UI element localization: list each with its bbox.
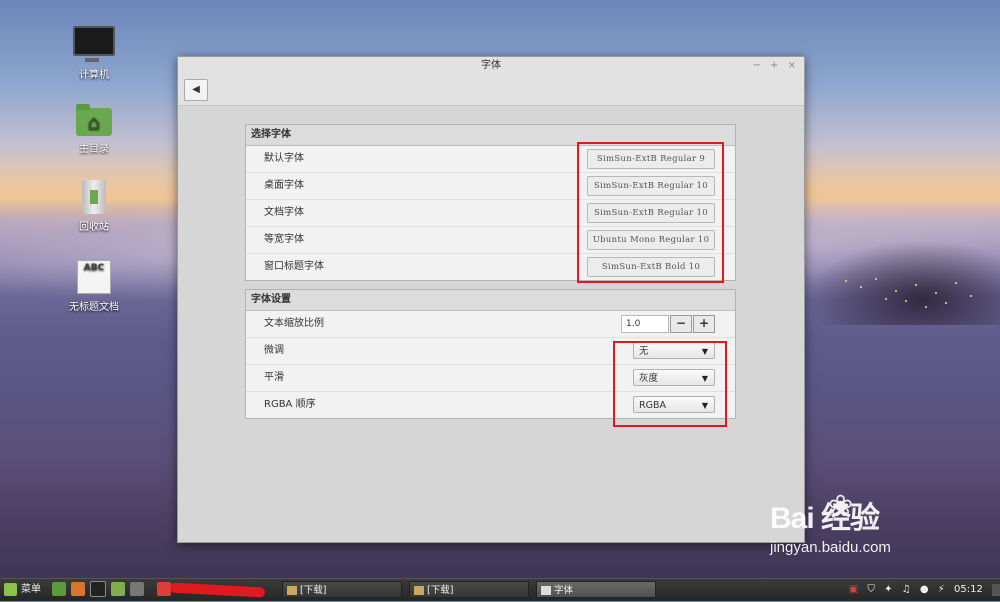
desktop-trash[interactable]: 回收站 bbox=[54, 180, 134, 233]
task-label: [下载] bbox=[427, 585, 454, 596]
computer-icon bbox=[73, 26, 115, 62]
folder-icon bbox=[414, 586, 424, 595]
rgba-label: RGBA 顺序 bbox=[264, 399, 316, 410]
desktop-computer-label: 计算机 bbox=[79, 70, 109, 81]
app-icon bbox=[157, 582, 171, 596]
minimize-button[interactable]: − bbox=[752, 60, 760, 71]
firefox-icon[interactable] bbox=[71, 582, 85, 596]
wallpaper-city-lights bbox=[805, 240, 1000, 325]
scale-stepper: 1.0− + bbox=[621, 315, 715, 333]
sound-icon[interactable]: ♫ bbox=[902, 579, 911, 601]
close-button[interactable]: × bbox=[788, 60, 796, 71]
font-row-label: 文档字体 bbox=[264, 207, 304, 218]
document-badge: ABC bbox=[83, 263, 105, 273]
red-scribble-redaction bbox=[169, 582, 266, 598]
task-downloads-2[interactable]: [下载] bbox=[409, 581, 529, 598]
desktop-home-folder[interactable]: 主目录 bbox=[54, 104, 134, 155]
watermark-url: jingyan.baidu.com bbox=[770, 539, 891, 556]
terminal-icon[interactable] bbox=[90, 581, 106, 597]
paw-icon: ❀ bbox=[828, 489, 854, 524]
show-desktop-corner[interactable] bbox=[992, 584, 1000, 596]
font-row-label: 默认字体 bbox=[264, 153, 304, 164]
notification-icon[interactable]: ▣ bbox=[849, 579, 858, 601]
font-row-label: 桌面字体 bbox=[264, 180, 304, 191]
scale-input[interactable]: 1.0 bbox=[621, 315, 669, 333]
scale-decrement-button[interactable]: − bbox=[670, 315, 692, 333]
back-arrow-icon: ◀ bbox=[192, 84, 200, 95]
highlight-box-fonts bbox=[577, 142, 724, 283]
fonts-app-icon bbox=[541, 586, 551, 595]
scale-label: 文本缩放比例 bbox=[264, 318, 324, 329]
maximize-button[interactable]: + bbox=[770, 60, 778, 71]
menu-button[interactable]: 菜单 bbox=[4, 581, 41, 599]
desktop-computer[interactable]: 计算机 bbox=[54, 26, 134, 81]
task-downloads-1[interactable]: [下载] bbox=[282, 581, 402, 598]
show-desktop-icon[interactable] bbox=[52, 582, 66, 596]
taskbar: 菜单 [下载] [下载] 字体 ▣ ⛉ ✦ ♫ ● ⚡ 05:12 bbox=[0, 578, 1000, 601]
window-titlebar[interactable]: 字体 − + × bbox=[178, 57, 804, 75]
task-fonts[interactable]: 字体 bbox=[536, 581, 656, 598]
screenshot-icon[interactable] bbox=[130, 582, 144, 596]
shield-icon[interactable]: ⛉ bbox=[867, 579, 875, 601]
window-controls: − + × bbox=[746, 57, 796, 75]
task-label: [下载] bbox=[300, 585, 327, 596]
files-icon[interactable] bbox=[111, 582, 125, 596]
trash-icon bbox=[82, 180, 106, 214]
desktop-document-label: 无标题文档 bbox=[69, 302, 119, 313]
window-title: 字体 bbox=[481, 60, 501, 71]
task-label: 字体 bbox=[554, 585, 574, 596]
folder-icon bbox=[287, 586, 297, 595]
text-document-icon: ABC bbox=[77, 260, 111, 294]
menu-label: 菜单 bbox=[21, 584, 41, 595]
font-row-label: 等宽字体 bbox=[264, 234, 304, 245]
font-row-label: 窗口标题字体 bbox=[264, 261, 324, 272]
baidu-watermark: ❀ Bai 经验 jingyan.baidu.com bbox=[770, 489, 891, 556]
clock[interactable]: 05:12 bbox=[954, 579, 983, 601]
desktop-text-document[interactable]: ABC 无标题文档 bbox=[54, 260, 134, 313]
scale-increment-button[interactable]: + bbox=[693, 315, 715, 333]
back-button[interactable]: ◀ bbox=[184, 79, 208, 101]
highlight-box-settings bbox=[613, 341, 727, 427]
network-icon[interactable]: ⚡ bbox=[938, 579, 945, 601]
fonts-window: 字体 − + × ◀ 选择字体 默认字体 SimSun-ExtB Regular… bbox=[177, 56, 805, 543]
quick-launchers bbox=[52, 581, 149, 599]
mint-logo-icon bbox=[4, 582, 17, 596]
scale-row: 文本缩放比例 1.0− + bbox=[246, 311, 735, 338]
hinting-label: 微调 bbox=[264, 345, 284, 356]
update-icon[interactable]: ✦ bbox=[884, 579, 892, 601]
system-tray: ▣ ⛉ ✦ ♫ ● ⚡ 05:12 bbox=[849, 579, 1000, 601]
font-settings-heading: 字体设置 bbox=[246, 290, 735, 311]
window-toolbar: ◀ bbox=[178, 75, 804, 106]
user-icon[interactable]: ● bbox=[920, 579, 929, 601]
desktop-trash-label: 回收站 bbox=[79, 222, 109, 233]
antialias-label: 平滑 bbox=[264, 372, 284, 383]
desktop-home-label: 主目录 bbox=[79, 144, 109, 155]
home-folder-icon bbox=[76, 104, 112, 136]
